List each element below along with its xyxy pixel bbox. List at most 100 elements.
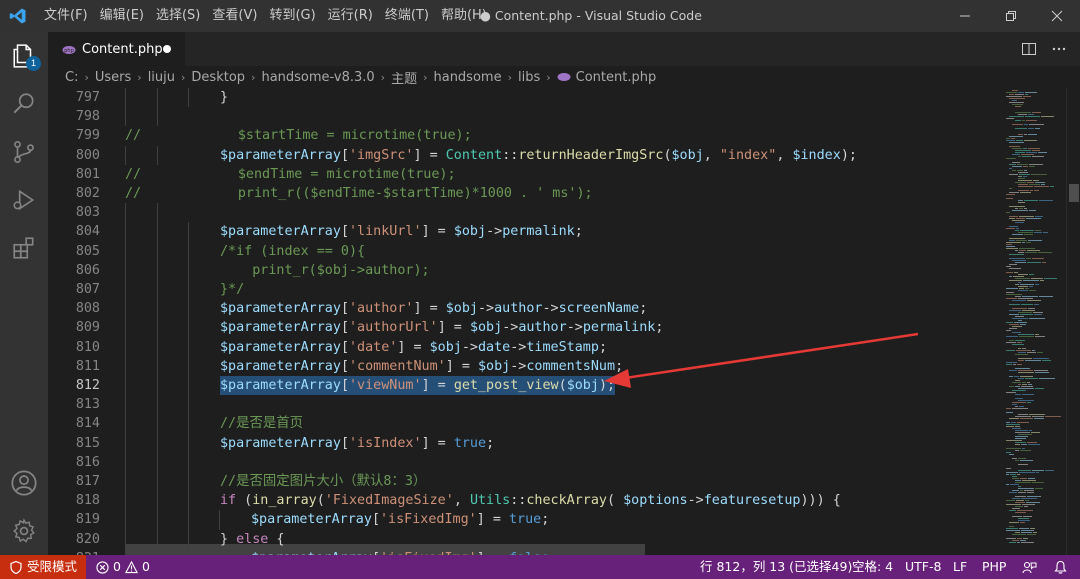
code-line[interactable]: 812 $parameterArray['viewNum'] = get_post… <box>48 376 1000 396</box>
breadcrumb-item[interactable]: handsome <box>433 70 501 85</box>
breadcrumb-item[interactable]: C: <box>65 70 78 85</box>
code-line[interactable]: 819 $parameterArray['isFixedImg'] = true; <box>48 510 1000 530</box>
breadcrumb-item[interactable]: Users <box>95 70 131 85</box>
unsaved-dot-icon[interactable] <box>163 45 171 53</box>
minimap[interactable] <box>1000 88 1066 555</box>
minimap-line <box>1023 166 1028 167</box>
more-actions-icon[interactable] <box>1044 32 1074 66</box>
vertical-scrollbar[interactable] <box>1066 88 1080 555</box>
token: 'author' <box>349 301 414 317</box>
menu-bar: 文件(F) 编辑(E) 选择(S) 查看(V) 转到(G) 运行(R) 终端(T) 帮助(H) <box>38 0 493 32</box>
scrollbar-thumb[interactable] <box>1069 184 1079 202</box>
code-line[interactable]: 808 $parameterArray['author'] = $obj->aut… <box>48 299 1000 319</box>
tab-content-php[interactable]: php Content.php <box>48 32 185 66</box>
minimap-line <box>1006 140 1015 141</box>
minimap-line <box>1015 262 1026 263</box>
code-line[interactable]: 810 $parameterArray['date'] = $obj->date-… <box>48 337 1000 357</box>
code-line[interactable]: 814 //是否是首页 <box>48 414 1000 434</box>
breadcrumb-item[interactable]: Desktop <box>191 70 245 85</box>
split-editor-icon[interactable] <box>1014 32 1044 66</box>
minimap-line <box>1015 416 1031 417</box>
notifications-bell-icon[interactable] <box>1054 555 1067 579</box>
menu-item[interactable]: 查看(V) <box>206 0 263 32</box>
restricted-mode-item[interactable]: 受限模式 <box>10 555 77 579</box>
code-line[interactable]: 816 <box>48 452 1000 472</box>
run-debug-icon[interactable] <box>0 176 48 224</box>
minimize-button[interactable] <box>942 0 988 32</box>
code-text: $parameterArray['linkUrl'] = $obj->perma… <box>220 222 583 241</box>
token: returnHeaderImgSrc <box>518 147 664 163</box>
minimap-line <box>1009 102 1024 103</box>
problems-indicator[interactable]: 0 0 <box>96 555 150 579</box>
menu-item[interactable]: 运行(R) <box>322 0 379 32</box>
code-line[interactable]: 806 print_r($obj->author); <box>48 260 1000 280</box>
indent-guide <box>125 529 126 549</box>
code-line[interactable]: 805 /*if (index == 0){ <box>48 241 1000 261</box>
minimap-line <box>1012 300 1026 301</box>
minimap-line <box>1018 190 1029 191</box>
minimap-line <box>1035 336 1045 337</box>
minimap-line <box>1012 148 1022 149</box>
source-control-icon[interactable] <box>0 128 48 176</box>
code-line[interactable]: 807}*/ <box>48 280 1000 300</box>
code-line[interactable]: 797} <box>48 88 1000 108</box>
search-icon[interactable] <box>0 80 48 128</box>
breadcrumb-item[interactable]: liuju <box>148 70 175 85</box>
close-window-button[interactable] <box>1034 0 1080 32</box>
code-line[interactable]: 799 // $startTime = microtime(true); <box>48 126 1000 145</box>
minimap-line <box>1009 310 1021 311</box>
breadcrumb-item[interactable]: 主题 <box>391 68 417 87</box>
token: $obj <box>445 301 478 317</box>
explorer-icon[interactable]: 1 <box>0 32 48 80</box>
indentation[interactable]: 空格: 4 <box>852 555 893 579</box>
minimap-line <box>1009 340 1014 341</box>
feedback-icon[interactable] <box>1022 555 1037 579</box>
code-line[interactable]: 798 <box>48 107 1000 127</box>
code-line[interactable]: 803 <box>48 203 1000 223</box>
code-line[interactable]: 818 if (in_array('FixedImageSize', Utils:… <box>48 491 1000 511</box>
status-bar: 受限模式 0 0 行 812，列 13 (已选择49) 空格: 4 UTF-8 … <box>0 555 1080 579</box>
code-editor[interactable]: 797} 798 799// $startTime = microtime(true… <box>48 88 1000 555</box>
menu-item[interactable]: 终端(T) <box>379 0 435 32</box>
code-text: $parameterArray['imgSrc'] = Content::ret… <box>220 146 857 165</box>
extensions-icon[interactable] <box>0 224 48 272</box>
cursor-position[interactable]: 行 812，列 13 (已选择49) <box>700 555 852 579</box>
minimap-line <box>1019 528 1029 529</box>
minimap-line <box>1015 438 1026 439</box>
code-line[interactable]: 804 $parameterArray['linkUrl'] = $obj->pe… <box>48 222 1000 242</box>
menu-item[interactable]: 选择(S) <box>150 0 206 32</box>
language-mode[interactable]: PHP <box>982 555 1006 579</box>
code-line[interactable]: 820} else { <box>48 529 1000 549</box>
menu-item[interactable]: 转到(G) <box>263 0 321 32</box>
minimap-line <box>1018 520 1030 521</box>
code-line[interactable]: 800 $parameterArray['imgSrc'] = Content::… <box>48 145 1000 165</box>
code-line[interactable]: 813 <box>48 395 1000 415</box>
minimap-line <box>1006 484 1009 485</box>
breadcrumb-item[interactable]: handsome-v8.3.0 <box>261 70 374 85</box>
chevron-right-icon: › <box>380 70 386 84</box>
settings-gear-icon[interactable] <box>0 507 48 555</box>
restore-button[interactable] <box>988 0 1034 32</box>
breadcrumb-item[interactable]: libs <box>518 70 540 85</box>
indent-guide <box>188 491 189 511</box>
minimap-line <box>1006 538 1016 539</box>
breadcrumb-item[interactable]: Content.php <box>576 70 657 85</box>
account-icon[interactable] <box>0 459 48 507</box>
code-line[interactable]: 809 $parameterArray['authorUrl'] = $obj->… <box>48 318 1000 338</box>
minimap-line <box>1026 120 1037 121</box>
explorer-badge: 1 <box>26 56 41 71</box>
minimap-line <box>1010 474 1016 475</box>
code-line[interactable]: 815 $parameterArray['isIndex'] = true; <box>48 433 1000 453</box>
minimap-line <box>1020 460 1033 461</box>
code-line[interactable]: 811 $parameterArray['commentNum'] = $obj-… <box>48 356 1000 376</box>
code-line[interactable]: 817 //是否固定图片大小（默认8：3） <box>48 472 1000 492</box>
encoding[interactable]: UTF-8 <box>905 555 941 579</box>
minimap-line <box>1009 522 1019 523</box>
token: else <box>236 531 269 547</box>
code-line[interactable]: 802 // print_r(($endTime-$startTime)*1000… <box>48 184 1000 203</box>
code-line[interactable]: 801 // $endTime = microtime(true); <box>48 165 1000 184</box>
minimap-line <box>1012 326 1022 327</box>
end-of-line[interactable]: LF <box>953 555 967 579</box>
menu-item[interactable]: 编辑(E) <box>94 0 150 32</box>
menu-item[interactable]: 文件(F) <box>38 0 94 32</box>
